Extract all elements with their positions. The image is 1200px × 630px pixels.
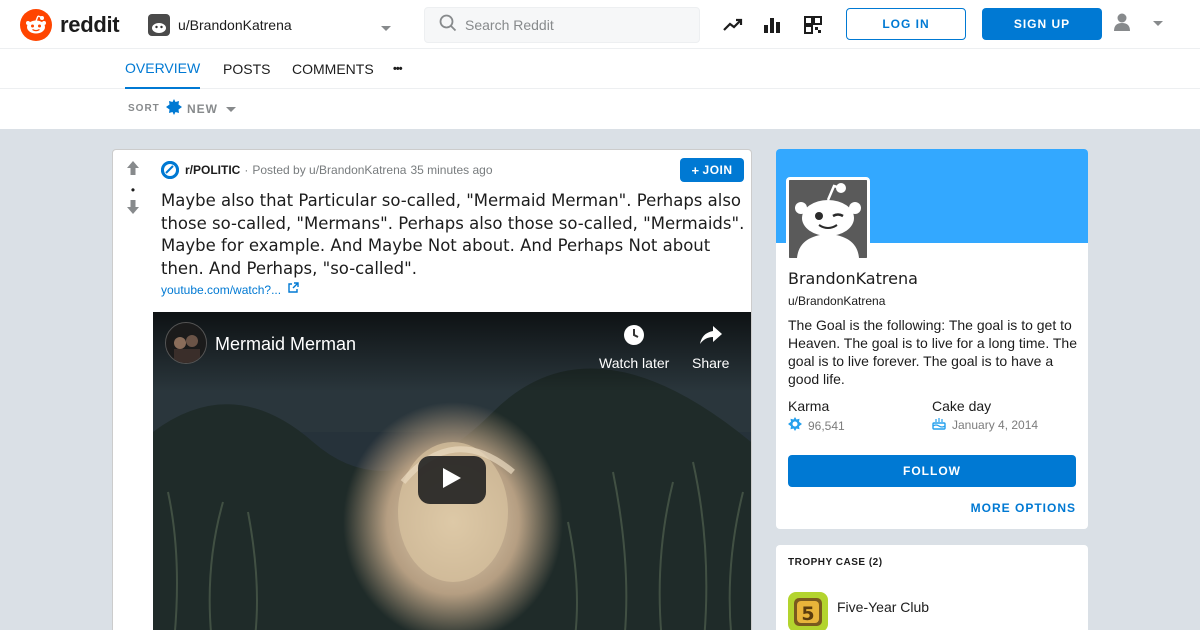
chevron-down-icon (1152, 15, 1164, 33)
post-link[interactable]: youtube.com/watch?... (161, 282, 299, 297)
five-year-club-icon: 5 (788, 592, 828, 630)
search-icon (439, 14, 457, 37)
qr-code-icon[interactable] (801, 13, 825, 37)
karma-value: 96,541 (788, 417, 845, 434)
play-icon (443, 467, 461, 493)
play-button[interactable] (418, 456, 486, 504)
posted-by[interactable]: Posted by u/BrandonKatrena (252, 163, 406, 177)
snoo-logo-icon (20, 9, 52, 41)
post-link-text: youtube.com/watch?... (161, 282, 282, 297)
user-avatar-small (148, 14, 170, 36)
post-title[interactable]: Maybe also that Particular so-called, "M… (161, 190, 746, 280)
external-link-icon (287, 282, 299, 297)
chevron-down-icon (380, 20, 392, 38)
tab-comments[interactable]: COMMENTS (292, 49, 374, 89)
user-silhouette-icon (1112, 12, 1132, 37)
plus-icon: + (691, 162, 700, 178)
trophy-case-heading: TROPHY CASE (2) (788, 557, 883, 568)
follow-button[interactable]: FOLLOW (788, 455, 1076, 487)
tab-posts[interactable]: POSTS (223, 49, 270, 89)
karma-icon (788, 417, 802, 434)
cake-icon (932, 417, 946, 433)
user-dropdown-label: u/BrandonKatrena (178, 17, 292, 33)
log-in-button[interactable]: LOG IN (846, 8, 966, 40)
top-header: reddit u/BrandonKatrena LOG IN SIGN UP (0, 0, 1200, 49)
share-label: Share (692, 355, 730, 371)
cake-day-value: January 4, 2014 (932, 417, 1038, 433)
watch-later-button[interactable]: Watch later (599, 324, 669, 371)
reddit-logo[interactable]: reddit (20, 9, 120, 41)
sign-up-button[interactable]: SIGN UP (982, 8, 1102, 40)
sort-value: NEW (187, 102, 218, 116)
vote-column: • (121, 160, 145, 220)
watch-later-label: Watch later (599, 355, 670, 371)
profile-bio: The Goal is the following: The goal is t… (788, 317, 1077, 387)
more-tabs-button[interactable]: ••• (393, 49, 403, 89)
join-button[interactable]: + JOIN (680, 158, 744, 182)
share-arrow-icon (699, 324, 723, 349)
karma-label: Karma (788, 398, 830, 414)
more-options-link[interactable]: MORE OPTIONS (971, 501, 1076, 515)
cake-day-label: Cake day (932, 398, 992, 414)
profile-card: BrandonKatrena u/BrandonKatrena The Goal… (776, 149, 1088, 529)
stats-chart-icon[interactable] (760, 13, 784, 37)
cake-day-date: January 4, 2014 (952, 418, 1039, 432)
sort-label: SORT (128, 103, 160, 114)
profile-handle: u/BrandonKatrena (788, 294, 886, 308)
subreddit-icon[interactable] (161, 161, 179, 179)
video-title[interactable]: Mermaid Merman (215, 334, 356, 355)
share-button[interactable]: Share (692, 324, 729, 371)
tab-overview[interactable]: OVERVIEW (125, 49, 201, 89)
upvote-arrow-icon[interactable] (125, 160, 141, 181)
post-card[interactable]: • r/POLITIC · Posted by u/BrandonKatrena… (112, 149, 752, 630)
video-embed[interactable]: Mermaid Merman Watch later Share (153, 312, 751, 630)
post-meta: r/POLITIC · Posted by u/BrandonKatrena 3… (161, 160, 493, 180)
join-label: JOIN (702, 163, 733, 177)
profile-display-name: BrandonKatrena (788, 269, 918, 288)
trophy-badge-number: 5 (801, 603, 814, 625)
user-menu-dropdown[interactable] (1112, 12, 1164, 36)
channel-avatar[interactable] (165, 322, 207, 364)
trophy-case-card: TROPHY CASE (2) 5 Five-Year Club (776, 545, 1088, 630)
chevron-down-icon (226, 100, 236, 118)
logo-wordmark: reddit (60, 12, 120, 37)
downvote-arrow-icon[interactable] (125, 199, 141, 220)
subreddit-link[interactable]: r/POLITIC (185, 163, 240, 177)
new-burst-icon (166, 98, 182, 120)
search-bar (424, 7, 700, 43)
search-input[interactable] (465, 17, 685, 33)
user-page-dropdown[interactable]: u/BrandonKatrena (148, 12, 398, 38)
vote-count: • (130, 183, 136, 197)
trophy-item[interactable]: 5 Five-Year Club (788, 592, 929, 630)
meta-separator: · (244, 163, 249, 177)
clock-icon (623, 324, 645, 349)
profile-tabs: OVERVIEW POSTS COMMENTS ••• (0, 49, 1200, 89)
profile-avatar[interactable] (786, 177, 870, 261)
post-age[interactable]: 35 minutes ago (410, 163, 492, 177)
trophy-name: Five-Year Club (837, 599, 930, 615)
popular-trending-icon[interactable] (721, 13, 745, 37)
sort-dropdown[interactable]: NEW (166, 98, 236, 120)
karma-number: 96,541 (808, 418, 845, 433)
